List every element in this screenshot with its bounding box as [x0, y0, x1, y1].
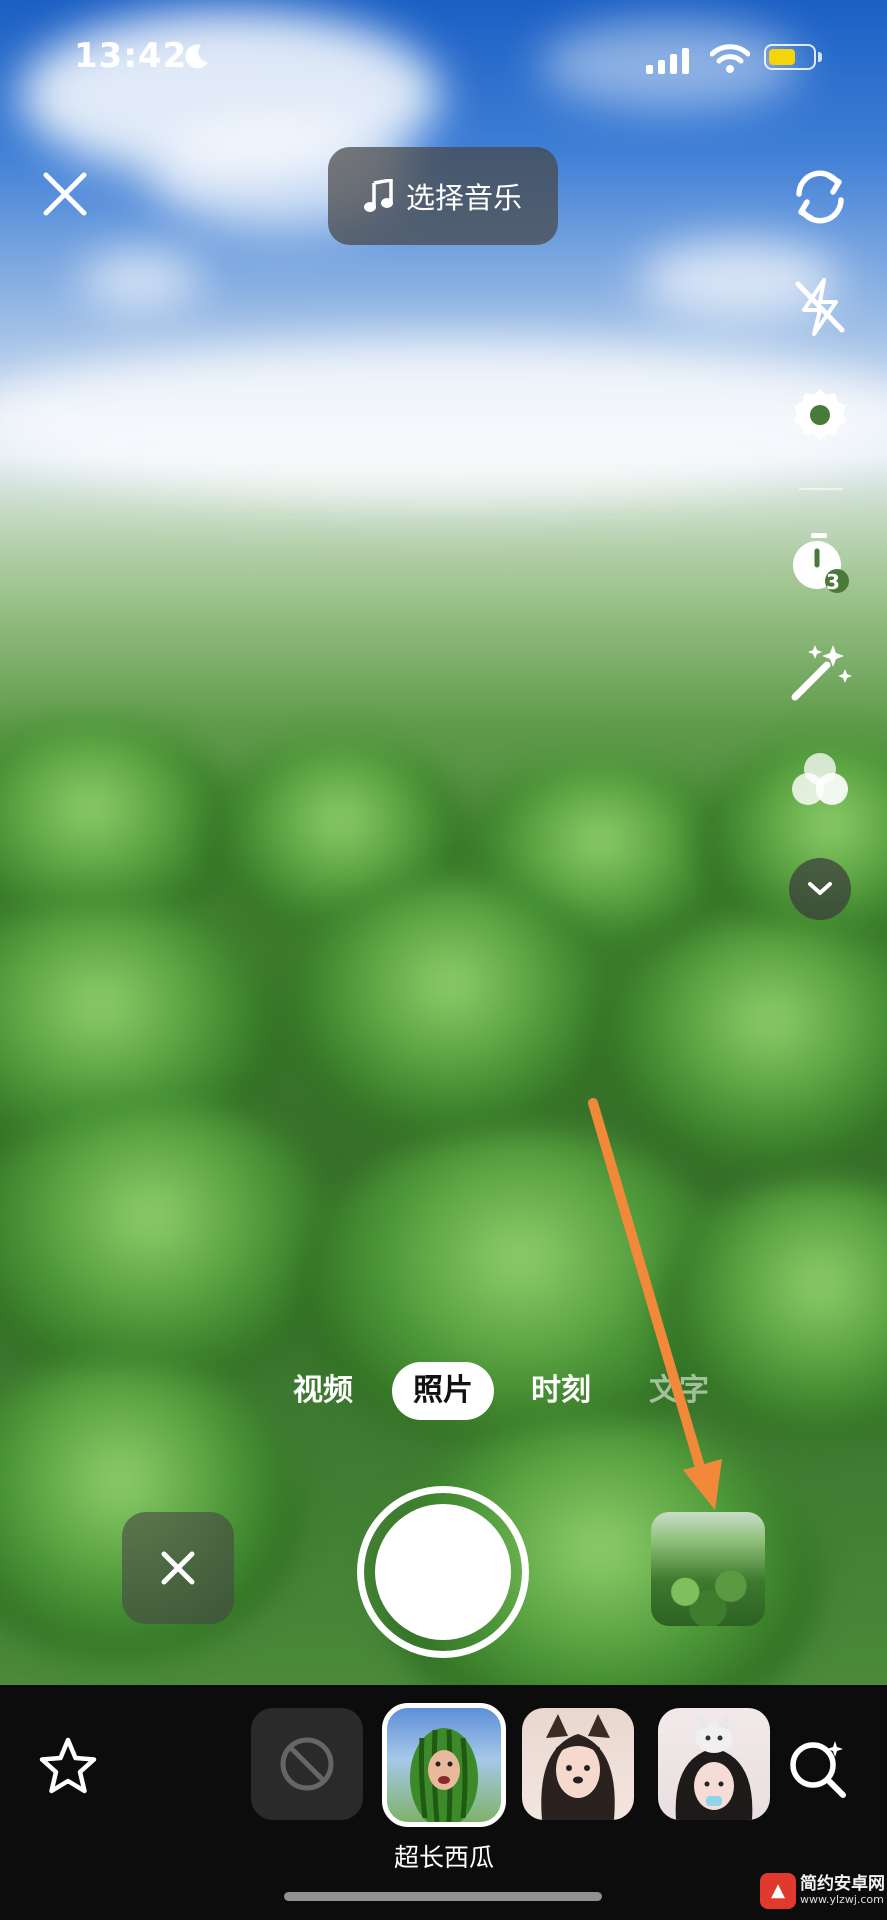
- watermark-url: www.ylzwj.com: [800, 1893, 884, 1906]
- remove-effect-button[interactable]: [122, 1512, 234, 1624]
- close-icon: [161, 1551, 195, 1585]
- selected-effect-label: 超长西瓜: [393, 1843, 494, 1872]
- settings-button[interactable]: [786, 383, 854, 451]
- watermelon-face-thumbnail: [410, 1728, 478, 1822]
- magic-wand-icon: [791, 645, 852, 701]
- chevron-down-icon: [808, 882, 832, 895]
- moon-icon: [185, 44, 208, 69]
- select-music-button[interactable]: 选择音乐: [328, 147, 558, 245]
- select-music-label: 选择音乐: [405, 181, 522, 215]
- status-time: 13:42: [74, 36, 188, 76]
- home-indicator: [284, 1892, 602, 1901]
- timer-value: 3: [826, 570, 840, 594]
- flip-camera-icon: [796, 170, 844, 224]
- shutter-inner: [375, 1504, 511, 1640]
- timer-button[interactable]: 3: [786, 530, 854, 598]
- effect-dog-ears[interactable]: [522, 1708, 634, 1820]
- effect-none[interactable]: [251, 1708, 363, 1820]
- beauty-effects-button[interactable]: [786, 638, 854, 706]
- favorite-star-icon[interactable]: [36, 1735, 100, 1799]
- watermark-logo-icon: ▲: [760, 1873, 796, 1909]
- dog-ears-face-thumbnail: [541, 1714, 615, 1820]
- gallery-thumbnail[interactable]: [651, 1512, 765, 1626]
- no-effect-icon: [280, 1737, 334, 1791]
- filters-button[interactable]: [786, 746, 854, 814]
- search-effects-icon[interactable]: [785, 1735, 851, 1801]
- cloud-shape: [80, 250, 200, 310]
- battery-cap: [818, 52, 822, 62]
- mode-text[interactable]: 文字: [636, 1362, 722, 1420]
- cloud-shape: [0, 340, 887, 500]
- mode-photo[interactable]: 照片: [392, 1362, 494, 1420]
- more-tools-button[interactable]: [789, 858, 851, 920]
- flash-off-icon: [795, 278, 845, 336]
- melon-shape: [600, 920, 887, 1170]
- settings-gear-icon: [793, 389, 847, 441]
- cellular-signal-icon: [646, 48, 689, 74]
- watermark-text: 简约安卓网: [800, 1874, 885, 1894]
- wifi-icon: [710, 44, 750, 73]
- shutter-button[interactable]: [357, 1486, 529, 1658]
- melon-shape: [280, 880, 620, 1140]
- flip-camera-button[interactable]: [786, 163, 854, 231]
- music-note-icon: [363, 179, 393, 212]
- filter-circles-icon: [792, 753, 848, 805]
- close-camera-icon[interactable]: [38, 167, 92, 221]
- timer-icon: [793, 533, 849, 593]
- mode-video[interactable]: 视频: [280, 1362, 366, 1420]
- battery-icon: [764, 44, 816, 70]
- mode-selector: 视频 照片 时刻 文字: [0, 1362, 887, 1420]
- status-bar: 13:42: [0, 0, 887, 110]
- toolbar-divider: [799, 488, 843, 490]
- flash-toggle-button[interactable]: [786, 273, 854, 341]
- camera-preview[interactable]: [0, 0, 887, 1685]
- effect-cat[interactable]: [658, 1708, 770, 1820]
- melon-shape: [0, 1100, 340, 1390]
- mode-moment[interactable]: 时刻: [518, 1362, 604, 1420]
- cat-face-thumbnail: [675, 1714, 753, 1820]
- effect-watermelon[interactable]: [382, 1703, 506, 1827]
- site-watermark: ▲ 简约安卓网 www.ylzwj.com: [760, 1865, 887, 1920]
- battery-level: [769, 49, 795, 65]
